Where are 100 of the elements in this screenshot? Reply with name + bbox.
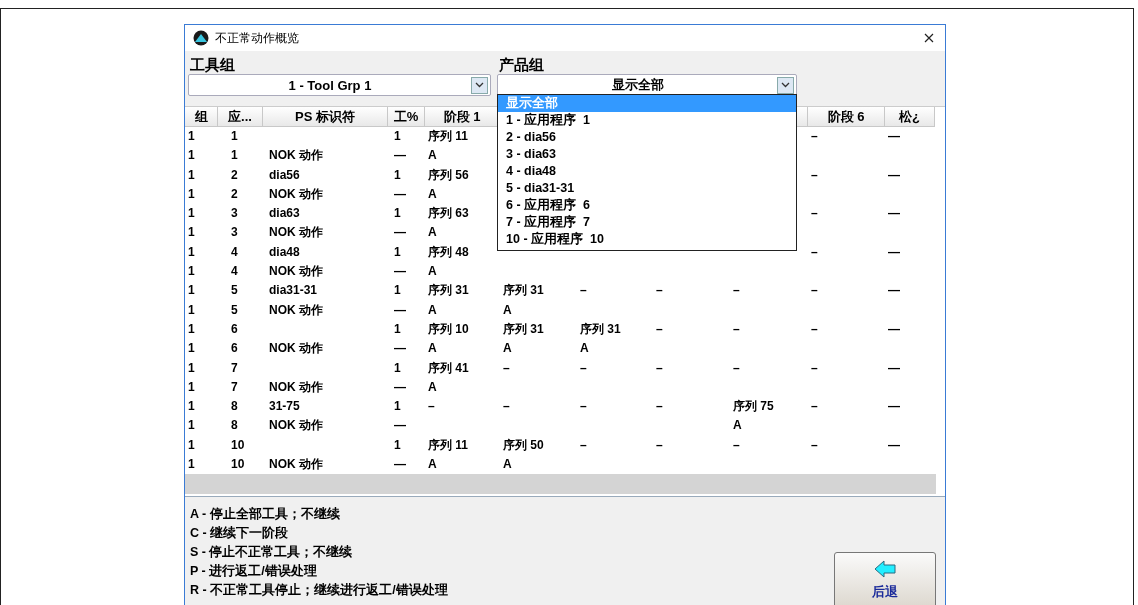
table-cell-text: A: [502, 456, 513, 474]
table-cell-text: 序列 63: [427, 205, 470, 223]
table-cell-text: –: [502, 359, 511, 377]
column-header[interactable]: 应...: [218, 107, 263, 127]
table-cell-text: NOK 动作: [268, 224, 324, 242]
dropdown-option[interactable]: 3 - dia63: [498, 146, 796, 163]
table-cell-text: 1: [230, 128, 239, 145]
table-cell-text: –: [655, 398, 664, 416]
table-cell-text: 4: [230, 243, 239, 261]
table-cell-text: 1: [393, 320, 402, 338]
table-cell-text: 2: [230, 185, 239, 203]
table-cell-text: —: [393, 147, 407, 165]
table-cell-text: —: [887, 359, 901, 377]
table-cell-text: 1: [187, 340, 196, 358]
table-cell-text: 1: [187, 320, 196, 338]
table-cell-text: 序列 31: [427, 282, 470, 300]
table-cell-text: 序列 31: [579, 320, 622, 338]
table-cell-text: —: [887, 320, 901, 338]
table-cell-text: 序列 75: [732, 398, 775, 416]
dropdown-option[interactable]: 2 - dia56: [498, 129, 796, 146]
table-cell-text: 1: [393, 359, 402, 377]
table-cell-text: —: [887, 166, 901, 184]
table-cell-text: –: [810, 320, 819, 338]
table-cell-text: 2: [230, 166, 239, 184]
table-cell-text: –: [579, 359, 588, 377]
table-cell-text: dia48: [268, 243, 301, 261]
table-cell-text: 3: [230, 224, 239, 242]
left-arrow-icon: [874, 559, 896, 579]
table-cell-text: –: [732, 320, 741, 338]
table-cell-text: 序列 50: [502, 436, 545, 454]
table-cell-text: 1: [187, 147, 196, 165]
table-cell-text: NOK 动作: [268, 378, 324, 396]
table-cell-text: –: [732, 436, 741, 454]
dropdown-option[interactable]: 4 - dia48: [498, 163, 796, 180]
dropdown-option[interactable]: 10 - 应用程序 10: [498, 231, 796, 248]
table-cell-text: A: [427, 301, 438, 319]
table-cell-text: –: [810, 282, 819, 300]
column-header[interactable]: 工%: [388, 107, 425, 127]
table-cell-text: —: [887, 243, 901, 261]
table-cell-text: 序列 11: [427, 436, 470, 454]
legend-text: A - 停止全部工具；不继续: [190, 506, 341, 523]
table-cell-text: 序列 10: [427, 320, 470, 338]
table-cell-text: 序列 11: [427, 128, 470, 145]
table-cell-text: —: [393, 417, 407, 435]
table-cell-text: 1: [393, 128, 402, 145]
dropdown-option[interactable]: 5 - dia31-31: [498, 180, 796, 197]
table-cell-text: 1: [187, 417, 196, 435]
table-cell-text: –: [655, 282, 664, 300]
dropdown-option[interactable]: 7 - 应用程序 7: [498, 214, 796, 231]
table-cell-text: 序列 31: [502, 320, 545, 338]
legend-text: S - 停止不正常工具；不继续: [190, 544, 354, 561]
table-cell-text: dia31-31: [268, 282, 319, 300]
scrollbar[interactable]: [185, 474, 936, 495]
legend-text: P - 进行返工/错误处理: [190, 563, 318, 580]
table-cell-text: dia56: [268, 166, 301, 184]
window-title: 不正常动作概览: [215, 29, 299, 47]
column-header[interactable]: 阶段 1: [425, 107, 500, 127]
table-cell-text: 10: [230, 456, 246, 474]
column-header[interactable]: 组: [185, 107, 218, 127]
table-cell-text: 4: [230, 263, 239, 281]
table-cell-text: 7: [230, 378, 239, 396]
table-cell-text: A: [427, 147, 438, 165]
table-cell-text: —: [393, 378, 407, 396]
table-cell-text: —: [393, 301, 407, 319]
table-cell-text: A: [502, 301, 513, 319]
dropdown-option[interactable]: 1 - 应用程序 1: [498, 112, 796, 129]
table-cell-text: 8: [230, 417, 239, 435]
dropdown[interactable]: 显示全部: [497, 74, 797, 96]
table-cell-text: –: [732, 282, 741, 300]
table-cell-text: NOK 动作: [268, 340, 324, 358]
table-cell-text: A: [427, 456, 438, 474]
table-cell-text: 1: [187, 243, 196, 261]
field-label: 工具组: [189, 56, 236, 73]
column-header[interactable]: 阶段 6: [808, 107, 885, 127]
table-cell-text: —: [887, 398, 901, 416]
table-cell-text: –: [810, 243, 819, 261]
table-cell-text: —: [393, 456, 407, 474]
table-cell-text: NOK 动作: [268, 263, 324, 281]
column-header[interactable]: PS 标识符: [263, 107, 388, 127]
table-cell-text: –: [810, 166, 819, 184]
dropdown[interactable]: 1 - Tool Grp 1: [188, 74, 491, 96]
close-icon: [924, 33, 934, 43]
column-header[interactable]: 松¿: [885, 107, 935, 127]
table-cell-text: 7: [230, 359, 239, 377]
table-cell-text: 1: [230, 147, 239, 165]
table-cell-text: –: [810, 359, 819, 377]
table-cell-text: A: [427, 224, 438, 242]
table-cell-text: 31-75: [268, 398, 301, 416]
table-cell-text: A: [579, 340, 590, 358]
table-cell-text: NOK 动作: [268, 301, 324, 319]
table-cell-text: –: [810, 205, 819, 223]
table-cell-text: A: [427, 185, 438, 203]
table-cell-text: –: [579, 282, 588, 300]
table-cell-text: 1: [393, 166, 402, 184]
dropdown-option[interactable]: 6 - 应用程序 6: [498, 197, 796, 214]
table-cell-text: –: [502, 398, 511, 416]
table-cell-text: 1: [187, 359, 196, 377]
table-cell-text: NOK 动作: [268, 417, 324, 435]
back-button[interactable]: 后退: [834, 552, 936, 605]
table-cell-text: A: [427, 340, 438, 358]
